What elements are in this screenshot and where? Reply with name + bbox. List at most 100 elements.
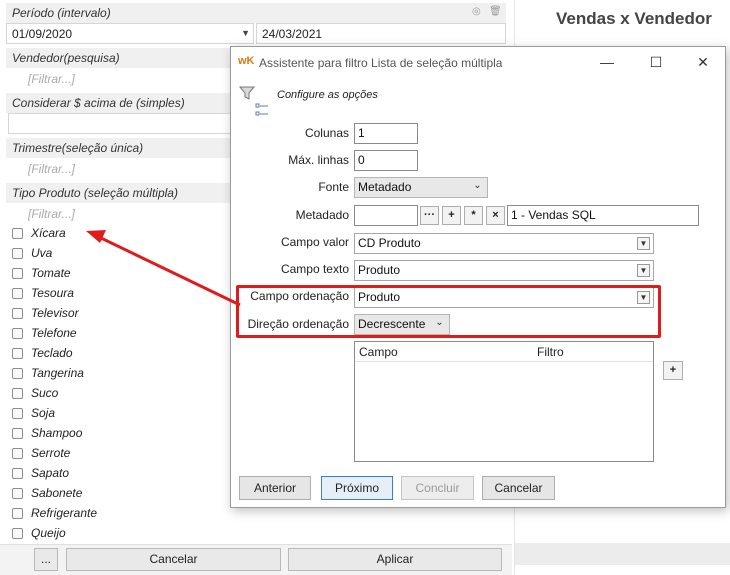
dialog-titlebar[interactable]: wK Assistente para filtro Lista de seleç… [231, 47, 725, 77]
fonte-select[interactable]: Metadado ⌄ [354, 177, 488, 198]
checkbox[interactable] [12, 448, 23, 459]
list-item-label: Soja [31, 406, 56, 420]
list-item-label: Xícara [31, 226, 66, 240]
colunas-input[interactable]: 1 [354, 123, 418, 144]
checkbox[interactable] [12, 308, 23, 319]
grid-header-filtro: Filtro [537, 345, 564, 359]
dialog-cancel-button[interactable]: Cancelar [482, 476, 555, 500]
more-button[interactable]: ... [34, 548, 58, 571]
cancel-button[interactable]: Cancelar [66, 548, 281, 571]
list-item[interactable]: Queijo [0, 524, 512, 544]
periodo-title: Período (intervalo) [6, 3, 506, 23]
max-linhas-input[interactable]: 0 [354, 150, 418, 171]
maximize-button[interactable]: ☐ [645, 52, 667, 72]
vendedor-title-text: Vendedor(pesquisa) [12, 51, 120, 65]
checkbox[interactable] [12, 388, 23, 399]
checkbox[interactable] [12, 348, 23, 359]
checkbox[interactable] [12, 368, 23, 379]
highlight-box [236, 285, 661, 338]
grid-add-button[interactable]: + [663, 361, 683, 380]
list-item-label: Refrigerante [31, 506, 98, 520]
checkbox[interactable] [12, 408, 23, 419]
filter-wizard-dialog: wK Assistente para filtro Lista de seleç… [230, 46, 726, 508]
colunas-value: 1 [358, 126, 365, 140]
campo-texto-value: Produto [358, 263, 401, 277]
metadado-add-button[interactable]: + [442, 206, 461, 225]
metadado-name-field: 1 - Vendas SQL [507, 205, 699, 226]
metadado-clear-button[interactable]: × [486, 206, 505, 225]
grid-header-campo: Campo [359, 345, 398, 359]
close-button[interactable]: ✕ [692, 52, 714, 72]
fonte-label: Fonte [318, 180, 349, 194]
checkbox[interactable] [12, 328, 23, 339]
list-item-label: Serrote [31, 446, 71, 460]
trash-icon[interactable]: 🗑 [489, 7, 502, 17]
checkbox[interactable] [12, 228, 23, 239]
app-logo: wK [238, 55, 255, 67]
campo-valor-select[interactable]: CD Produto ▼ [354, 233, 654, 254]
campo-valor-label: Campo valor [280, 235, 349, 249]
tipo-produto-title-text: Tipo Produto (seleção múltipla) [12, 186, 178, 200]
periodo-start-date[interactable]: 01/09/2020 ▼ [6, 23, 254, 44]
chevron-down-icon: ▼ [637, 264, 650, 277]
checkbox[interactable] [12, 468, 23, 479]
checkbox[interactable] [12, 248, 23, 259]
max-linhas-label: Máx. linhas [288, 153, 349, 167]
campo-texto-label: Campo texto [280, 262, 349, 276]
report-bottom-bar [515, 543, 730, 565]
campo-valor-value: CD Produto [358, 236, 421, 250]
checkbox[interactable] [12, 268, 23, 279]
metadado-label: Metadado [295, 208, 349, 222]
vendedor-filter-placeholder: [Filtrar...] [28, 72, 75, 86]
grid-header-divider [355, 361, 653, 362]
max-linhas-value: 0 [358, 153, 365, 167]
list-item-label: Tesoura [31, 286, 74, 300]
trimestre-title-text: Trimestre(seleção única) [12, 141, 144, 155]
fonte-value: Metadado [358, 180, 412, 194]
apply-button[interactable]: Aplicar [288, 548, 502, 571]
target-icon[interactable]: ◎ [472, 7, 482, 17]
considerar-title-text: Considerar $ acima de (simples) [12, 96, 185, 110]
dialog-header: Configure as opções [277, 89, 378, 101]
chevron-down-icon: ▼ [241, 28, 250, 38]
list-item-label: Telefone [31, 326, 77, 340]
list-item-label: Shampoo [31, 426, 83, 440]
checkbox[interactable] [12, 528, 23, 539]
periodo-title-text: Período (intervalo) [12, 6, 111, 20]
tree-icon [255, 103, 268, 116]
minimize-button[interactable]: — [596, 52, 618, 72]
chevron-down-icon: ⌄ [473, 180, 482, 191]
tipo-produto-filter-placeholder: [Filtrar...] [28, 207, 75, 221]
list-item-label: Tangerina [31, 366, 84, 380]
checkbox[interactable] [12, 488, 23, 499]
list-item-label: Teclado [31, 346, 73, 360]
list-item-label: Uva [31, 246, 53, 260]
list-item-label: Tomate [31, 266, 71, 280]
finish-button: Concluir [401, 476, 474, 500]
colunas-label: Colunas [304, 126, 349, 140]
list-item-label: Televisor [31, 306, 79, 320]
checkbox[interactable] [12, 428, 23, 439]
metadado-name-value: 1 - Vendas SQL [511, 208, 596, 222]
metadado-star-button[interactable]: * [464, 206, 483, 225]
chevron-down-icon: ▼ [637, 237, 650, 250]
filter-fields-grid[interactable]: Campo Filtro [354, 341, 654, 462]
previous-button[interactable]: Anterior [239, 476, 311, 500]
periodo-end-date-value: 24/03/2021 [262, 27, 323, 41]
dialog-title: Assistente para filtro Lista de seleção … [259, 56, 503, 70]
campo-texto-select[interactable]: Produto ▼ [354, 260, 654, 281]
report-title: Vendas x Vendedor [556, 9, 712, 28]
left-bottom-bar: ... Cancelar Aplicar [0, 544, 512, 575]
checkbox[interactable] [12, 508, 23, 519]
list-item-label: Sabonete [31, 486, 83, 500]
metadado-browse-button[interactable]: ··· [420, 206, 439, 225]
list-item-label: Sapato [31, 466, 70, 480]
funnel-icon [239, 86, 255, 100]
next-button[interactable]: Próximo [321, 476, 393, 500]
checkbox[interactable] [12, 288, 23, 299]
periodo-start-date-value: 01/09/2020 [12, 27, 73, 41]
trimestre-filter-placeholder: [Filtrar...] [28, 162, 75, 176]
periodo-end-date[interactable]: 24/03/2021 [256, 23, 506, 44]
list-item-label: Queijo [31, 526, 66, 540]
metadado-input[interactable] [354, 205, 418, 226]
